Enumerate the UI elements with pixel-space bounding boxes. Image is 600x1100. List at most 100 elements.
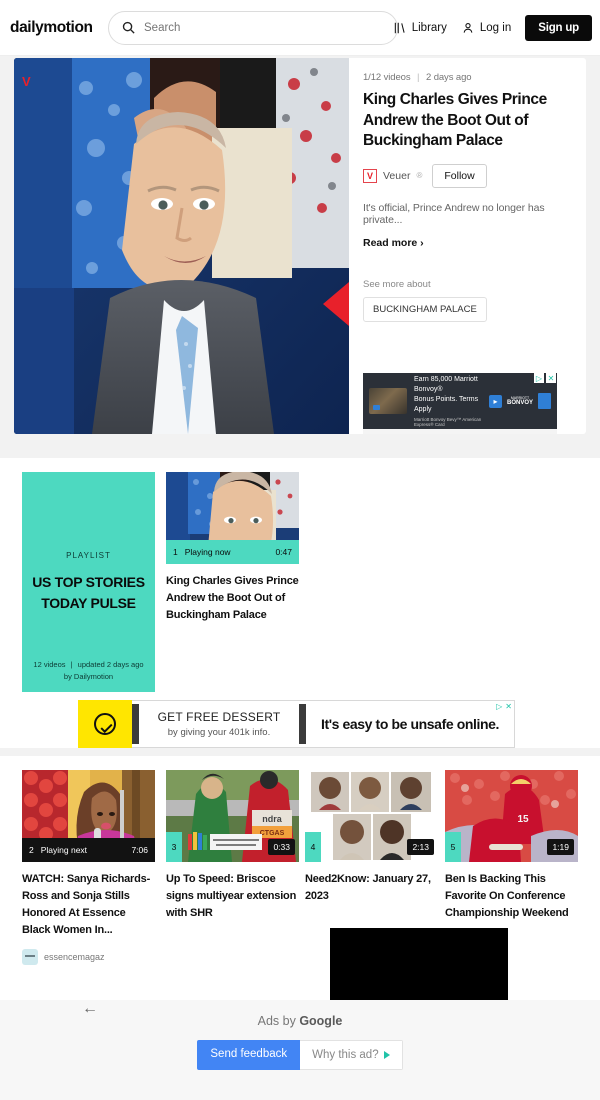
back-arrow-icon[interactable]: ← <box>82 1000 98 1018</box>
search-bar[interactable] <box>108 10 398 45</box>
playlist-item-thumbnail[interactable]: 1 Playing now 0:47 <box>166 472 299 564</box>
ad-headline: It's easy to be unsafe online. <box>320 716 500 732</box>
player-thumbnail <box>14 58 349 434</box>
grid-duration-chip: 2:13 <box>407 839 434 855</box>
why-this-ad-button[interactable]: Why this ad? <box>300 1040 403 1070</box>
grid-index-chip: 3 <box>166 832 182 862</box>
video-meta: 1/12 videos | 2 days ago <box>363 72 575 83</box>
grid-card-5[interactable]: 15 5 1:19 Ben Is Backing This Favorite O… <box>445 770 578 922</box>
grid-card-4[interactable]: 4 2:13 Need2Know: January 27, 2023 <box>305 770 438 905</box>
marriott-ad-line2: Bonus Points. Terms Apply <box>414 396 479 413</box>
channel-name[interactable]: Veuer <box>383 170 410 182</box>
grid-title[interactable]: Ben Is Backing This Favorite On Conferen… <box>445 871 578 922</box>
read-more-link[interactable]: Read more › <box>363 237 575 249</box>
header-actions: Library Log in Sign up <box>393 0 592 56</box>
marriott-ad-banner[interactable]: Earn 85,000 Marriott Bonvoy® Bonus Point… <box>363 373 557 434</box>
library-icon <box>394 22 405 34</box>
channel-avatar <box>22 949 38 966</box>
bonvoy-wordmark: BONVOY <box>506 400 533 406</box>
grid-card-3[interactable]: ndra CTGAS 3 0:33 Up To Speed: Briscoe s… <box>166 770 299 922</box>
site-header: dailymotion Library Log in Sign up <box>0 0 600 56</box>
svg-text:15: 15 <box>517 814 529 825</box>
grid-thumbnail[interactable]: 2 Playing next 7:06 <box>22 770 155 862</box>
bonvoy-logo: MARRIOTT BONVOY <box>507 396 533 406</box>
ad-info-icon[interactable]: ▷ <box>496 702 502 711</box>
playlist-item-title[interactable]: King Charles Gives Prince Andrew the Boo… <box>166 573 299 624</box>
login-label: Log in <box>479 22 512 34</box>
grid-card-2[interactable]: 2 Playing next 7:06 WATCH: Sanya Richard… <box>22 770 155 966</box>
grid-title[interactable]: Need2Know: January 27, 2023 <box>305 871 438 905</box>
grid-thumbnail[interactable]: ndra CTGAS 3 0:33 <box>166 770 299 862</box>
ad-close-icon[interactable]: ✕ <box>546 373 556 383</box>
signup-button[interactable]: Sign up <box>525 15 592 41</box>
check-circle-icon <box>94 713 116 735</box>
marriott-ad-text: Earn 85,000 Marriott Bonvoy® Bonus Point… <box>414 375 489 426</box>
library-button[interactable]: Library <box>393 21 447 35</box>
interstitial-ad-banner[interactable]: GET FREE DESSERT by giving your 401k inf… <box>131 700 515 748</box>
grid-title[interactable]: Up To Speed: Briscoe signs multiyear ext… <box>166 871 299 922</box>
grid-index: 2 <box>29 845 34 855</box>
playlist-video-count: 12 videos <box>33 659 66 669</box>
playlist-cover-card[interactable]: PLAYLIST US TOP STORIES TODAY PULSE 12 v… <box>22 472 155 692</box>
watch-card: V 1/12 videos | 2 days ago King Charles … <box>14 58 586 434</box>
playlist-author[interactable]: by Dailymotion <box>22 671 155 684</box>
topic-tag-buckingham-palace[interactable]: BUCKINGHAM PALACE <box>363 296 487 322</box>
video-age: 2 days ago <box>425 72 472 83</box>
search-icon <box>122 21 135 34</box>
grid-channel[interactable]: essencemagaz <box>22 949 155 966</box>
playlist-name: US TOP STORIES TODAY PULSE <box>32 574 145 611</box>
marriott-ad-controls: ▷ ✕ <box>534 373 556 383</box>
video-description: It's official, Prince Andrew no longer h… <box>363 201 545 226</box>
overlay-ad-controls: ▷ ✕ <box>496 702 512 711</box>
send-feedback-button[interactable]: Send feedback <box>197 1040 301 1070</box>
playlist-item-1[interactable]: 1 Playing now 0:47 King Charles Gives Pr… <box>166 472 299 624</box>
playlist-item-duration: 0:47 <box>275 547 292 557</box>
channel-avatar-icon[interactable]: V <box>363 168 377 183</box>
video-info: 1/12 videos | 2 days ago King Charles Gi… <box>363 72 575 322</box>
channel-name: essencemagaz <box>44 952 105 963</box>
playlist-counts: 12 videos | updated 2 days ago <box>22 659 155 672</box>
marriott-ad-line1: Earn 85,000 Marriott Bonvoy® <box>414 376 478 394</box>
ad-dessert-line2: by giving your 401k info. <box>167 727 271 738</box>
login-button[interactable]: Log in <box>461 21 511 35</box>
video-player[interactable]: V <box>14 58 349 434</box>
playlist-item-badge: 1 Playing now 0:47 <box>166 540 299 564</box>
video-title: King Charles Gives Prince Andrew the Boo… <box>363 91 547 150</box>
video-position: 1/12 videos <box>363 72 411 83</box>
ads-feedback-buttons: Send feedback Why this ad? <box>197 1040 403 1070</box>
channel-row: V Veuer ® Follow <box>363 163 575 188</box>
search-input[interactable] <box>144 21 385 34</box>
page-root: dailymotion Library Log in Sign up <box>0 0 600 1100</box>
playlist-item-index: 1 <box>173 547 178 557</box>
grid-badge: 2 Playing next 7:06 <box>22 838 155 862</box>
grid-duration-chip: 1:19 <box>547 839 574 855</box>
ads-by-prefix: Ads by <box>257 1014 300 1028</box>
verified-badge-icon: ® <box>416 171 423 181</box>
why-this-ad-label: Why this ad? <box>312 1049 379 1061</box>
marriott-ad-content: Earn 85,000 Marriott Bonvoy® Bonus Point… <box>363 373 557 429</box>
amex-logo-icon <box>538 393 551 409</box>
grid-thumbnail[interactable]: 15 5 1:19 <box>445 770 578 862</box>
grid-thumbnail[interactable]: 4 2:13 <box>305 770 438 862</box>
play-pointer-icon[interactable] <box>323 282 349 326</box>
grid-duration: 7:06 <box>131 845 148 855</box>
grid-index-chip: 4 <box>305 832 321 862</box>
user-icon <box>463 23 473 33</box>
svg-text:ndra: ndra <box>262 814 282 824</box>
grid-status: Playing next <box>40 845 88 855</box>
library-label: Library <box>411 22 447 34</box>
ad-info-icon[interactable]: ▷ <box>534 373 544 383</box>
veuer-watermark: V <box>22 74 31 89</box>
dailymotion-logo[interactable]: dailymotion <box>10 19 96 37</box>
grid-duration-chip: 0:33 <box>268 839 295 855</box>
playlist-footer: 12 videos | updated 2 days ago by Dailym… <box>22 659 155 685</box>
follow-button[interactable]: Follow <box>432 163 487 188</box>
ad-dessert-line1: GET FREE DESSERT <box>157 710 281 724</box>
ad-divider-right <box>299 704 306 744</box>
ad-close-icon[interactable]: ✕ <box>505 702 512 711</box>
meta-separator: | <box>417 72 420 83</box>
svg-text:CTGAS: CTGAS <box>260 830 285 837</box>
grid-title[interactable]: WATCH: Sanya Richards-Ross and Sonja Sti… <box>22 871 155 939</box>
ad-next-arrow-icon[interactable]: ▸ <box>488 394 502 408</box>
marriott-ad-fineprint: Marriott Bonvoy Bevy™ American Express® … <box>414 416 482 427</box>
